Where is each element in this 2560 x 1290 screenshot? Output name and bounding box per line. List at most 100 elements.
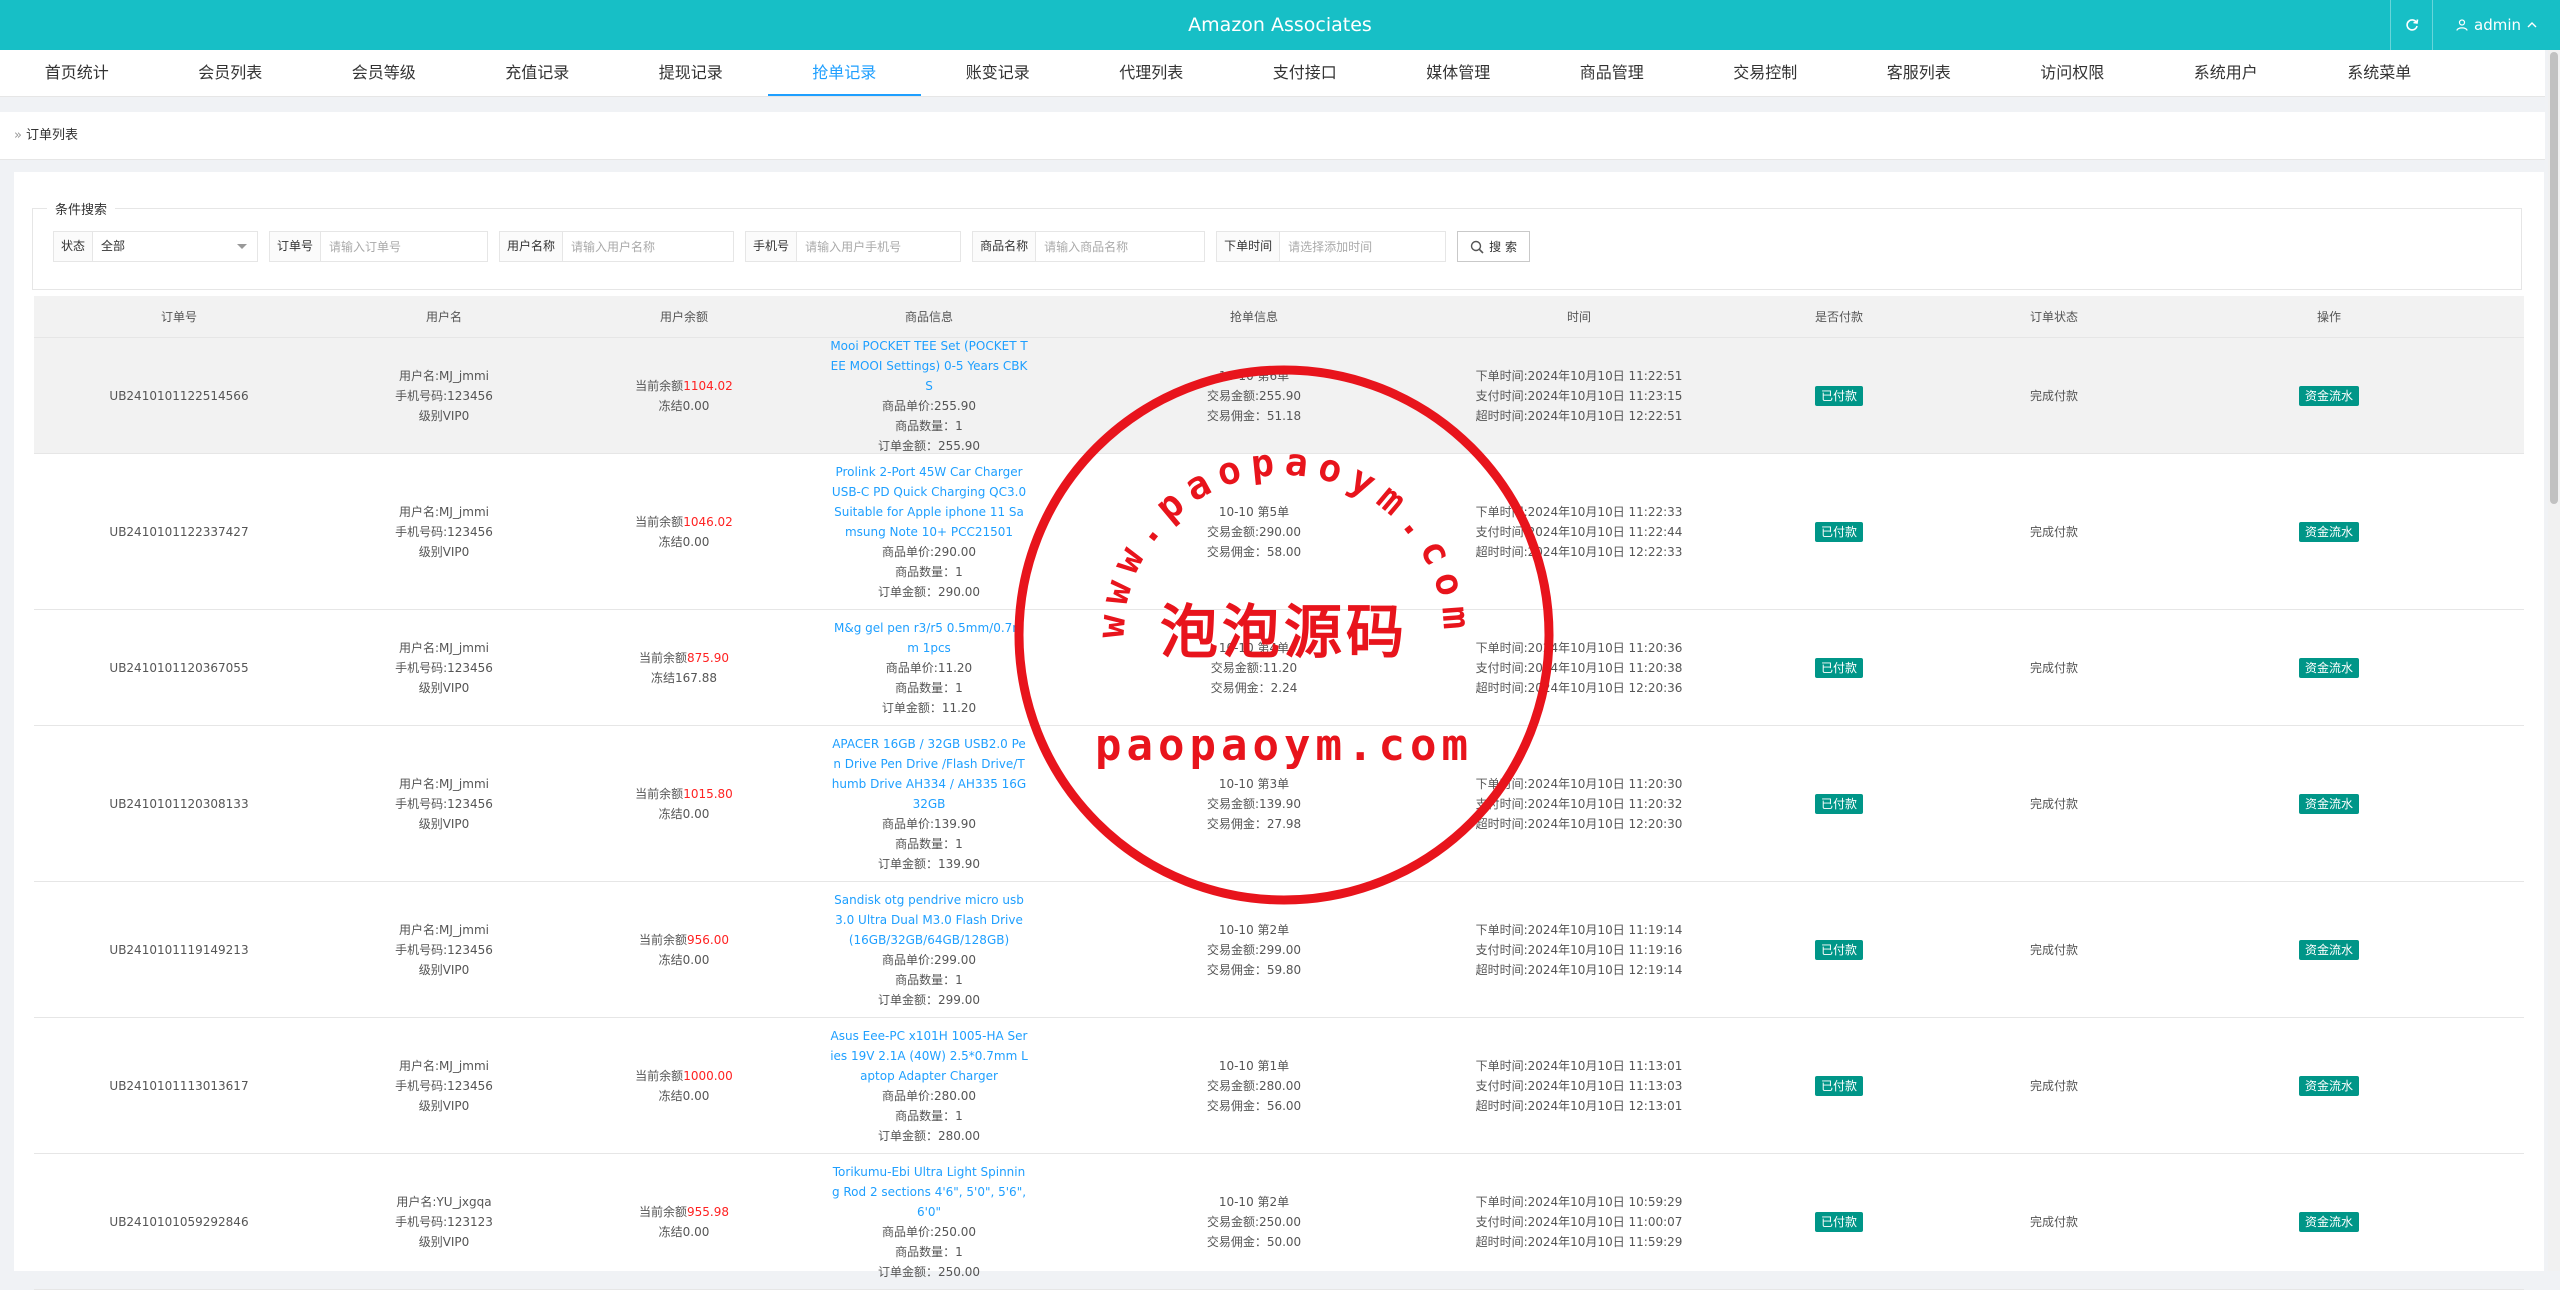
balance: 当前余额1000.00	[635, 1066, 733, 1086]
nav-tab[interactable]: 媒体管理	[1382, 50, 1536, 96]
level: 级别VIP0	[418, 408, 470, 423]
breadcrumb-arrow-icon: »	[14, 128, 22, 143]
balance-value: 1046.02	[683, 514, 733, 529]
phone-input[interactable]	[797, 232, 961, 261]
breadcrumb-current[interactable]: 订单列表	[26, 128, 78, 143]
search-button[interactable]: 搜 索	[1457, 231, 1531, 262]
unit-price: 商品单价:280.00	[881, 1088, 977, 1103]
fund-flow-button[interactable]: 资金流水	[2298, 385, 2359, 406]
order-id: UB2410101122337427	[109, 524, 249, 539]
table-cell: 已付款	[1704, 882, 1974, 1017]
order-id: UB2410101113013617	[109, 1078, 249, 1093]
trade-amount: 交易金额:290.00	[1206, 524, 1302, 539]
nav-tab[interactable]: 支付接口	[1228, 50, 1382, 96]
page-scrollbar[interactable]	[2548, 50, 2560, 1271]
table-cell: Asus Eee-PC x101H 1005-HA Series 19V 2.1…	[804, 1018, 1054, 1153]
nav-tab[interactable]: 充值记录	[461, 50, 615, 96]
nav-tab[interactable]: 账变记录	[921, 50, 1075, 96]
table-cell: Torikumu-Ebi Ultra Light Spinning Rod 2 …	[804, 1154, 1054, 1289]
fund-flow-button[interactable]: 资金流水	[2298, 521, 2359, 542]
unit-price: 商品单价:299.00	[881, 952, 977, 967]
timeout-time: 超时时间:2024年10月10日 12:19:14	[1475, 962, 1683, 977]
table-cell: 已付款	[1704, 454, 1974, 609]
level: 级别VIP0	[418, 1234, 470, 1249]
scrollbar-thumb[interactable]	[2550, 52, 2558, 504]
product-name[interactable]: Mooi POCKET TEE Set (POCKET TEE MOOI Set…	[830, 336, 1028, 396]
product-input[interactable]	[1036, 232, 1205, 261]
product-name[interactable]: M&g gel pen r3/r5 0.5mm/0.7mm 1pcs	[830, 618, 1028, 658]
order-status: 完成付款	[2029, 1078, 2078, 1093]
table-cell: 完成付款	[1974, 454, 2134, 609]
unit-price: 商品单价:255.90	[881, 398, 977, 413]
search-button-label: 搜 索	[1489, 240, 1517, 254]
fund-flow-button[interactable]: 资金流水	[2298, 1211, 2359, 1232]
time-input[interactable]	[1280, 232, 1446, 261]
status-select[interactable]: 全部	[93, 232, 257, 261]
level: 级别VIP0	[418, 962, 470, 977]
table-cell: 已付款	[1704, 338, 1974, 453]
nav-tab[interactable]: 会员等级	[307, 50, 461, 96]
level: 级别VIP0	[418, 1098, 470, 1113]
nav-tab[interactable]: 系统用户	[2149, 50, 2303, 96]
order-label: 订单号	[270, 232, 322, 261]
table-cell: 10-10 第2单 交易金额:250.00 交易佣金：50.00	[1054, 1154, 1454, 1289]
table-cell: UB2410101120367055	[34, 610, 324, 725]
fund-flow-button[interactable]: 资金流水	[2298, 1075, 2359, 1096]
table-cell: 完成付款	[1974, 1154, 2134, 1289]
balance-value: 1104.02	[683, 378, 733, 393]
table-cell: 已付款	[1704, 610, 1974, 725]
order-amount: 订单金额：250.00	[878, 1264, 980, 1279]
fund-flow-button[interactable]: 资金流水	[2298, 657, 2359, 678]
level: 级别VIP0	[418, 680, 470, 695]
timeout-time: 超时时间:2024年10月10日 12:22:51	[1475, 408, 1683, 423]
table-cell: 用户名:MJ_jmmi 手机号码:123456 级别VIP0	[324, 610, 564, 725]
phone: 手机号码:123123	[395, 1214, 493, 1229]
nav-tab[interactable]: 系统菜单	[2303, 50, 2457, 96]
table-cell: 资金流水	[2134, 726, 2524, 881]
table-cell: 资金流水	[2134, 454, 2524, 609]
table-cell: 资金流水	[2134, 610, 2524, 725]
timeout-time: 超时时间:2024年10月10日 12:22:33	[1475, 544, 1683, 559]
grab-number: 10-10 第2单	[1218, 1194, 1290, 1209]
order-input[interactable]	[321, 232, 488, 261]
username-input[interactable]	[563, 232, 734, 261]
paid-badge: 已付款	[1814, 385, 1863, 406]
unit-price: 商品单价:11.20	[885, 660, 973, 675]
order-amount: 订单金额：280.00	[878, 1128, 980, 1143]
timeout-time: 超时时间:2024年10月10日 11:59:29	[1475, 1234, 1683, 1249]
timeout-time: 超时时间:2024年10月10日 12:20:30	[1475, 816, 1683, 831]
product-name[interactable]: Asus Eee-PC x101H 1005-HA Series 19V 2.1…	[830, 1026, 1028, 1086]
quantity: 商品数量：1	[895, 972, 963, 987]
orders-table: 订单号 用户名 用户余额 商品信息 抢单信息 时间 是否付款 订单状态 操作 UB2410101…	[34, 296, 2524, 1290]
nav-tab[interactable]: 抢单记录	[767, 50, 922, 96]
balance: 当前余额955.98	[639, 1202, 729, 1222]
nav-tab[interactable]: 交易控制	[1689, 50, 1843, 96]
product-name[interactable]: APACER 16GB / 32GB USB2.0 Pen Drive Pen …	[830, 734, 1028, 814]
timeout-time: 超时时间:2024年10月10日 12:13:01	[1475, 1098, 1683, 1113]
grab-number: 10-10 第1单	[1218, 1058, 1290, 1073]
nav-tab[interactable]: 客服列表	[1842, 50, 1996, 96]
nav-tab[interactable]: 商品管理	[1535, 50, 1689, 96]
order-amount: 订单金额：11.20	[881, 700, 977, 715]
table-row: UB2410101122337427 用户名:MJ_jmmi 手机号码:123456…	[34, 454, 2524, 610]
product-name[interactable]: Sandisk otg pendrive micro usb 3.0 Ultra…	[830, 890, 1028, 950]
fund-flow-button[interactable]: 资金流水	[2298, 793, 2359, 814]
fund-flow-button[interactable]: 资金流水	[2298, 939, 2359, 960]
username: 用户名:MJ_jmmi	[399, 504, 489, 519]
product-name[interactable]: Prolink 2-Port 45W Car Charger USB-C PD …	[830, 462, 1028, 542]
refresh-icon[interactable]	[2390, 0, 2432, 50]
product-name[interactable]: Torikumu-Ebi Ultra Light Spinning Rod 2 …	[830, 1162, 1028, 1222]
nav-tab[interactable]: 代理列表	[1075, 50, 1229, 96]
table-cell: Sandisk otg pendrive micro usb 3.0 Ultra…	[804, 882, 1054, 1017]
nav-tab[interactable]: 会员列表	[154, 50, 308, 96]
table-cell: 用户名:YU_jxgqa 手机号码:123123 级别VIP0	[324, 1154, 564, 1289]
trade-amount: 交易金额:11.20	[1210, 660, 1298, 675]
user-menu[interactable]: admin	[2432, 0, 2560, 50]
table-row: UB2410101119149213 用户名:MJ_jmmi 手机号码:123456…	[34, 882, 2524, 1018]
nav-tab[interactable]: 访问权限	[1996, 50, 2150, 96]
nav-tab[interactable]: 提现记录	[614, 50, 768, 96]
unit-price: 商品单价:250.00	[881, 1224, 977, 1239]
table-cell: 下单时间:2024年10月10日 11:22:33 支付时间:2024年10月10…	[1454, 454, 1704, 609]
nav-tab[interactable]: 首页统计	[0, 50, 154, 96]
paid-badge: 已付款	[1814, 1075, 1863, 1096]
